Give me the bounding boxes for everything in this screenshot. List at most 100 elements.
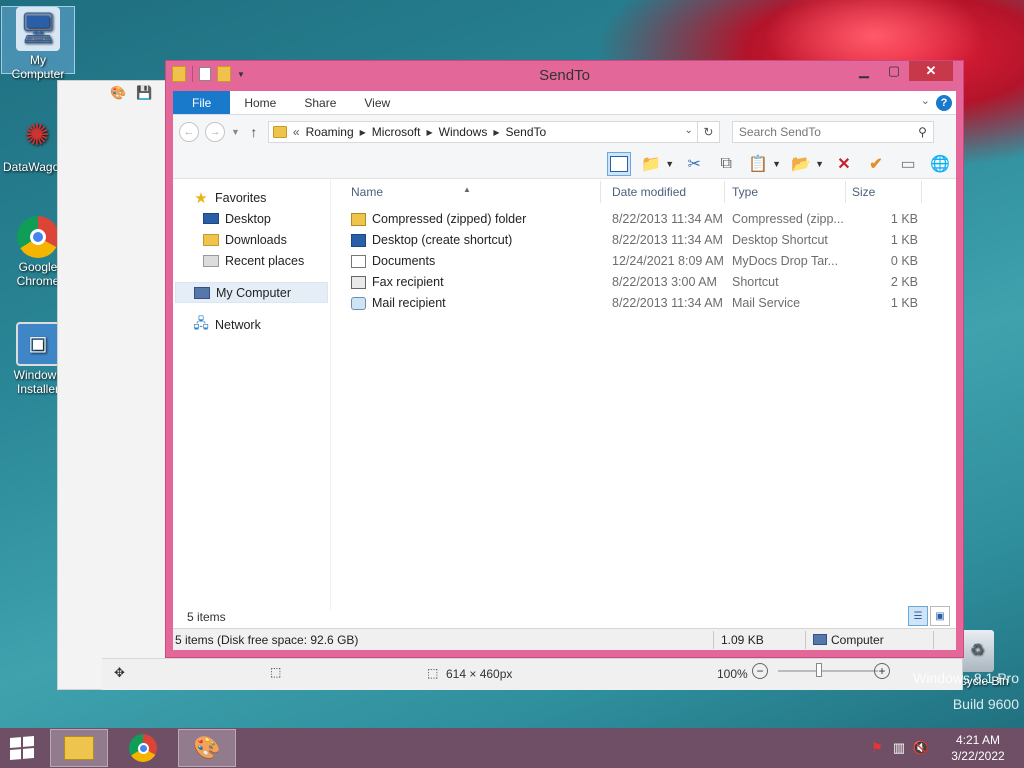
nav-network[interactable]: 🖧 Network	[173, 314, 330, 335]
taskbar-paint[interactable]: 🎨	[178, 729, 236, 767]
details-view-icon[interactable]: ☰	[908, 606, 928, 626]
minimize-button[interactable]: ▁	[849, 61, 879, 81]
selection-size-icon: ⬚	[270, 665, 282, 679]
search-icon[interactable]: ⚲	[918, 125, 927, 139]
file-explorer-icon	[64, 736, 94, 760]
breadcrumb-microsoft[interactable]: Microsoft	[372, 125, 421, 139]
move-to-icon[interactable]: 📂	[789, 152, 813, 176]
save-icon[interactable]: 💾	[136, 85, 152, 101]
chevron-down-icon[interactable]: ▼	[772, 159, 781, 169]
window-controls: ▁ ▢ ✕	[849, 61, 953, 81]
computer-icon: 🖥	[16, 7, 60, 51]
star-icon: ★	[194, 189, 208, 207]
zoom-in-button[interactable]: +	[874, 663, 890, 679]
file-size: 0 KB	[890, 254, 918, 268]
start-button[interactable]	[0, 728, 44, 768]
nav-desktop[interactable]: Desktop	[173, 208, 330, 229]
taskbar: 🎨 ⚑ ▥ 🔇 4:21 AM 3/22/2022	[0, 728, 1024, 768]
address-bar[interactable]: « Roaming ▶ Microsoft ▶ Windows ▶ SendTo…	[267, 121, 720, 143]
file-size: 1 KB	[890, 233, 918, 247]
close-button[interactable]: ✕	[909, 61, 953, 81]
action-center-flag-icon[interactable]: ⚑	[866, 740, 888, 756]
new-folder-icon[interactable]	[217, 66, 231, 82]
search-input[interactable]: Search SendTo ⚲	[731, 121, 934, 143]
up-button[interactable]: ↑	[246, 124, 262, 140]
expand-ribbon-icon[interactable]: ⌄	[921, 94, 930, 107]
file-row[interactable]: Fax recipient 8/22/2013 3:00 AM Shortcut…	[343, 272, 956, 293]
preview-pane-icon[interactable]	[607, 151, 632, 176]
desktop-icon	[203, 213, 219, 224]
paste-icon[interactable]: 📋	[746, 152, 770, 176]
help-icon[interactable]: ?	[936, 95, 952, 111]
file-row[interactable]: Documents 12/24/2021 8:09 AM MyDocs Drop…	[343, 251, 956, 272]
taskbar-file-explorer[interactable]	[50, 729, 108, 767]
datawago-icon: ✺	[24, 119, 50, 152]
zoom-slider-track[interactable]	[778, 670, 878, 672]
column-date-modified[interactable]: Date modified	[612, 185, 686, 199]
breadcrumb-windows[interactable]: Windows	[439, 125, 488, 139]
paint-quick-access: 🎨 💾	[110, 85, 152, 101]
forward-button[interactable]: →	[205, 122, 225, 142]
file-row[interactable]: Compressed (zipped) folder 8/22/2013 11:…	[343, 209, 956, 230]
cut-icon[interactable]: ✂	[682, 152, 706, 176]
explorer-content: ★ Favorites Desktop Downloads Recent pla…	[173, 179, 956, 610]
nav-my-computer[interactable]: My Computer	[175, 282, 328, 303]
windows-logo-icon	[10, 735, 34, 761]
explorer-titlebar[interactable]: ▼ SendTo ▁ ▢ ✕	[166, 61, 963, 89]
chevron-right-icon[interactable]: ▶	[493, 128, 499, 137]
explorer-window[interactable]: ▼ SendTo ▁ ▢ ✕ File Home Share View ⌄ ? …	[165, 60, 964, 658]
image-size-text: 614 × 460px	[446, 667, 513, 681]
network-status-icon[interactable]: ▥	[888, 740, 910, 756]
properties-icon[interactable]	[199, 67, 211, 81]
chevron-right-icon[interactable]: ▶	[360, 128, 366, 137]
installer-icon: ▣	[16, 322, 60, 366]
nav-favorites[interactable]: ★ Favorites	[173, 187, 330, 208]
file-row[interactable]: Desktop (create shortcut) 8/22/2013 11:3…	[343, 230, 956, 251]
navigation-pane: ★ Favorites Desktop Downloads Recent pla…	[173, 179, 331, 610]
paint-palette-icon: 🎨	[110, 85, 127, 100]
zoom-slider-thumb[interactable]	[816, 663, 822, 677]
breadcrumb-overflow[interactable]: «	[293, 125, 300, 139]
check-icon[interactable]: ✔	[864, 152, 888, 176]
nav-downloads[interactable]: Downloads	[173, 229, 330, 250]
back-button[interactable]: ←	[179, 122, 199, 142]
column-type[interactable]: Type	[732, 185, 758, 199]
rename-icon[interactable]: ▭	[896, 152, 920, 176]
zoom-out-button[interactable]: −	[752, 663, 768, 679]
item-count: 5 items	[187, 610, 226, 624]
copy-icon[interactable]: ⧉	[714, 152, 738, 176]
recent-locations-icon[interactable]: ▼	[231, 127, 240, 137]
customize-quick-access-icon[interactable]: ▼	[237, 70, 245, 79]
maximize-button[interactable]: ▢	[879, 61, 909, 81]
file-list: Name ▲ Date modified Type Size Compresse…	[343, 179, 956, 610]
nav-recent-places[interactable]: Recent places	[173, 250, 330, 271]
column-size[interactable]: Size	[852, 185, 875, 199]
tab-file[interactable]: File	[173, 91, 231, 114]
chevron-down-icon[interactable]: ▼	[665, 159, 674, 169]
chevron-down-icon[interactable]: ▼	[815, 159, 824, 169]
chevron-right-icon[interactable]: ▶	[426, 128, 432, 137]
recent-places-icon	[203, 254, 219, 267]
tab-share[interactable]: Share	[290, 91, 350, 114]
chevron-down-icon[interactable]: ⌄	[685, 125, 693, 136]
globe-icon[interactable]: 🌐	[928, 152, 952, 176]
folder-icon	[172, 66, 186, 82]
desktop-icon-my-computer[interactable]: 🖥 My Computer	[1, 6, 75, 81]
item-count-bar: 5 items ☰ ▣	[173, 606, 956, 626]
fax-icon	[351, 276, 366, 289]
refresh-icon[interactable]: ↻	[696, 122, 719, 142]
taskbar-chrome[interactable]	[114, 729, 172, 767]
volume-muted-icon[interactable]: 🔇	[910, 740, 932, 756]
breadcrumb-sendto[interactable]: SendTo	[505, 125, 546, 139]
breadcrumb-roaming[interactable]: Roaming	[306, 125, 354, 139]
quick-access-toolbar: ▼	[172, 66, 245, 82]
properties-folder-icon[interactable]: 📁	[639, 152, 663, 176]
tab-home[interactable]: Home	[230, 91, 290, 114]
delete-icon[interactable]: ✕	[832, 152, 856, 176]
large-icons-view-icon[interactable]: ▣	[930, 606, 950, 626]
tab-view[interactable]: View	[350, 91, 404, 114]
desktop-icon-label: My Computer	[11, 53, 65, 81]
clock[interactable]: 4:21 AM 3/22/2022	[932, 732, 1024, 764]
file-row[interactable]: Mail recipient 8/22/2013 11:34 AM Mail S…	[343, 293, 956, 314]
column-name[interactable]: Name	[351, 185, 383, 199]
